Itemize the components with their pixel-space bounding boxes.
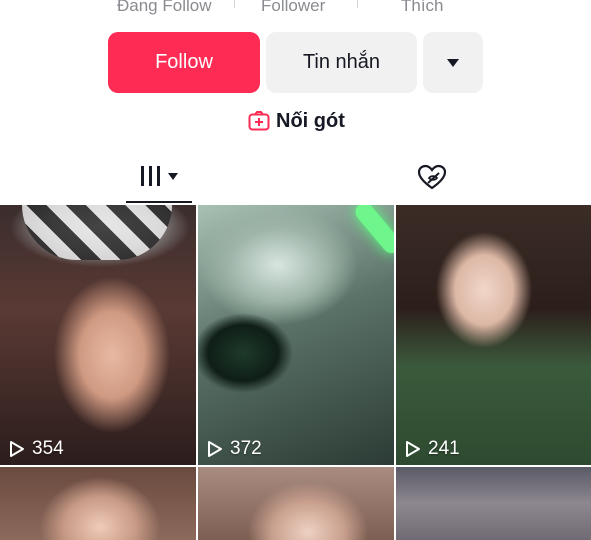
heart-hidden-icon[interactable] — [416, 163, 448, 191]
view-count-label: 372 — [230, 438, 262, 459]
add-duet-icon — [248, 111, 270, 131]
video-grid: 354 372 241 — [0, 205, 591, 540]
view-count: 372 — [206, 438, 262, 460]
follow-button[interactable]: Follow — [108, 32, 260, 93]
view-count-label: 241 — [428, 438, 460, 459]
video-thumbnail[interactable]: 372 — [198, 205, 394, 465]
play-icon — [406, 441, 420, 457]
profile-stats: Đang Follow Follower Thích — [0, 0, 591, 18]
chevron-down-icon — [447, 58, 459, 67]
link-label: Nối gót — [276, 109, 345, 132]
active-tab-indicator — [126, 201, 192, 203]
grid-bars-icon — [140, 166, 160, 186]
profile-tabs — [0, 150, 591, 205]
more-button[interactable] — [423, 32, 483, 93]
video-thumbnail[interactable] — [0, 467, 196, 540]
tab-dropdown-icon — [167, 173, 178, 180]
likes-label[interactable]: Thích — [401, 0, 444, 16]
message-button-label: Tin nhắn — [302, 51, 381, 73]
profile-actions: Follow Tin nhắn — [0, 32, 591, 93]
video-thumbnail[interactable] — [396, 467, 591, 540]
video-thumbnail[interactable] — [198, 467, 394, 540]
following-label[interactable]: Đang Follow — [117, 0, 212, 16]
followers-label[interactable]: Follower — [261, 0, 325, 16]
video-thumbnail[interactable]: 354 — [0, 205, 196, 465]
stat-divider — [357, 0, 358, 8]
video-thumbnail[interactable]: 241 — [396, 205, 591, 465]
tab-videos[interactable] — [126, 160, 192, 204]
view-count-label: 354 — [32, 438, 64, 459]
play-icon — [208, 441, 222, 457]
view-count: 241 — [404, 438, 460, 460]
play-icon — [10, 441, 24, 457]
link-button[interactable]: Nối gót — [248, 108, 345, 134]
view-count: 354 — [8, 438, 64, 460]
stat-divider — [234, 0, 235, 8]
follow-button-label: Follow — [155, 51, 213, 73]
message-button[interactable]: Tin nhắn — [266, 32, 417, 93]
